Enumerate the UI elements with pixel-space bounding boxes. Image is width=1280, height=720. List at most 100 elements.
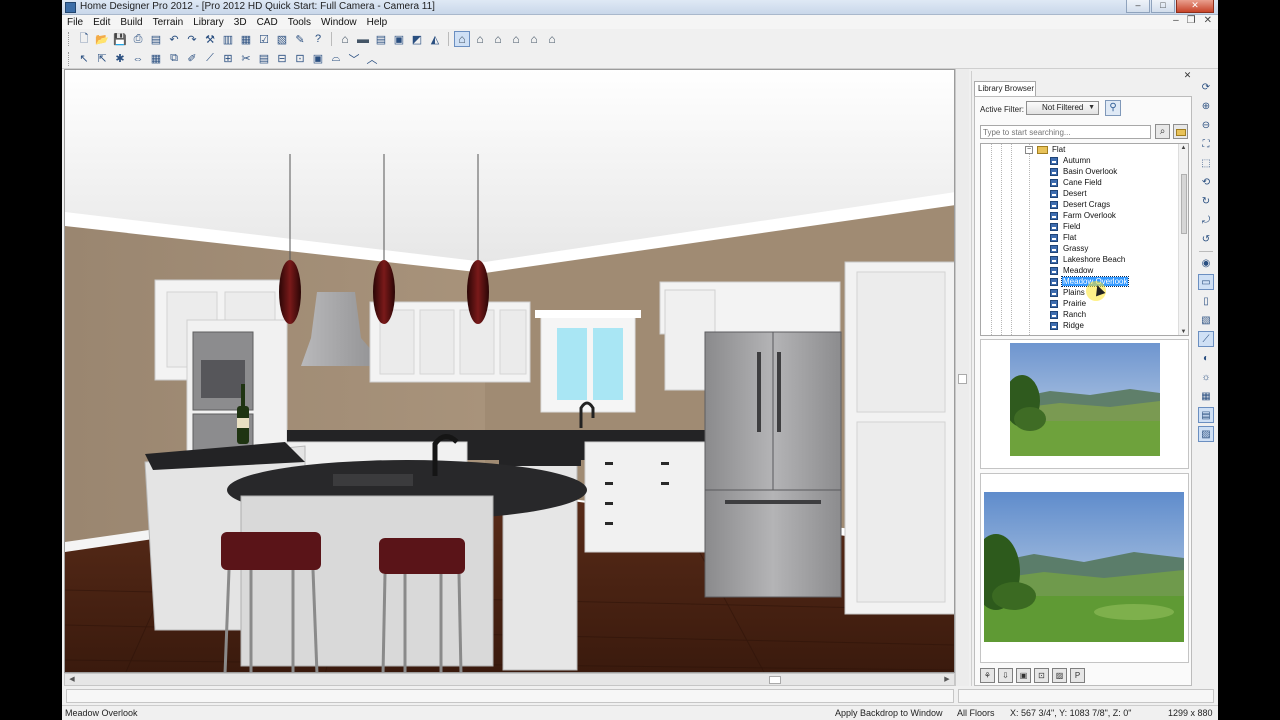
tree-item-farm-overlook[interactable]: Farm Overlook: [1050, 210, 1128, 221]
glass-icon[interactable]: ▯: [1198, 293, 1214, 309]
stairs-icon[interactable]: ▤: [256, 51, 272, 67]
library-object-icon[interactable]: ▣: [1016, 667, 1031, 683]
chevron-up-icon[interactable]: ︿: [364, 51, 380, 67]
shadow-icon[interactable]: ◐: [1198, 350, 1214, 366]
camera-view-icon[interactable]: ◩: [409, 31, 425, 47]
redo-icon[interactable]: ↷: [184, 31, 200, 47]
render-icon[interactable]: ◉: [1198, 255, 1214, 271]
library-tree[interactable]: − Flat Autumn Basin Overlook Cane Field …: [980, 143, 1189, 336]
walk-icon[interactable]: ✱: [112, 51, 128, 67]
library-import-icon[interactable]: ⇩: [998, 667, 1013, 683]
library-close-icon[interactable]: ✕: [1183, 71, 1192, 80]
floor-plan-view-icon[interactable]: ⌂: [337, 31, 353, 47]
tips-icon[interactable]: ✎: [292, 31, 308, 47]
undo-icon[interactable]: ↶: [166, 31, 182, 47]
scroll-left-arrow-icon[interactable]: ◀: [66, 674, 78, 685]
tree-item-ridge[interactable]: Ridge: [1050, 320, 1128, 331]
minimize-button[interactable]: –: [1126, 0, 1150, 13]
scroll-up-arrow-icon[interactable]: ▲: [1179, 144, 1188, 153]
fixture-icon[interactable]: ⌓: [328, 51, 344, 67]
copy-icon[interactable]: ⧉: [166, 51, 182, 67]
viewport-horizontal-scrollbar[interactable]: ◀ ▶: [64, 673, 955, 686]
menu-library[interactable]: Library: [188, 17, 229, 28]
tree-item-prairie[interactable]: Prairie: [1050, 298, 1128, 309]
tilt-icon[interactable]: ⤾: [1198, 212, 1214, 228]
collapse-icon[interactable]: −: [1025, 146, 1033, 154]
cross-section-icon[interactable]: ▤: [373, 31, 389, 47]
scroll-right-arrow-icon[interactable]: ▶: [941, 674, 953, 685]
pattern-icon[interactable]: ▨: [1198, 426, 1214, 442]
library-material-icon[interactable]: ▨: [1052, 667, 1067, 683]
grid-icon[interactable]: ▦: [1198, 388, 1214, 404]
filter-funnel-icon[interactable]: ⚲: [1105, 100, 1121, 116]
select-arrow-icon[interactable]: ↖: [76, 51, 92, 67]
library-icon[interactable]: ▥: [220, 31, 236, 47]
tree-folder-flat[interactable]: Flat: [1037, 144, 1066, 155]
zoom-out-icon[interactable]: ⊖: [1198, 117, 1214, 133]
library-browser-tab[interactable]: Library Browser: [974, 81, 1036, 96]
select-group-icon[interactable]: ⇱: [94, 51, 110, 67]
doll-house-icon[interactable]: ⌂: [526, 31, 542, 47]
materials-icon[interactable]: ▧: [274, 31, 290, 47]
doc-restore-button[interactable]: ❐: [1187, 15, 1196, 26]
zoom-box-icon[interactable]: ⬚: [1198, 155, 1214, 171]
dimension-icon[interactable]: ⇔: [130, 51, 146, 67]
camera-view-canvas[interactable]: [64, 69, 955, 673]
tree-item-meadow[interactable]: Meadow: [1050, 265, 1128, 276]
backdrop-icon[interactable]: ▭: [1198, 274, 1214, 290]
tree-item-cane-field[interactable]: Cane Field: [1050, 177, 1128, 188]
checklist-icon[interactable]: ☑: [256, 31, 272, 47]
exterior-camera-icon[interactable]: ⌂: [472, 31, 488, 47]
menu-window[interactable]: Window: [316, 17, 362, 28]
search-icon[interactable]: ⌕: [1155, 124, 1170, 139]
save-icon[interactable]: 💾: [112, 31, 128, 47]
toolbar-grip[interactable]: [68, 51, 71, 66]
menu-terrain[interactable]: Terrain: [148, 17, 189, 28]
doc-close-button[interactable]: ✕: [1204, 15, 1212, 26]
terrain-icon[interactable]: ▣: [310, 51, 326, 67]
tree-item-lakeshore-beach[interactable]: Lakeshore Beach: [1050, 254, 1128, 265]
maximize-button[interactable]: □: [1151, 0, 1175, 13]
cabinet-icon[interactable]: ▦: [148, 51, 164, 67]
tree-item-desert[interactable]: Desert: [1050, 188, 1128, 199]
menu-help[interactable]: Help: [362, 17, 393, 28]
tree-scroll-thumb[interactable]: [1181, 174, 1187, 234]
library-paste-icon[interactable]: P: [1070, 667, 1085, 683]
tree-item-autumn[interactable]: Autumn: [1050, 155, 1128, 166]
menu-edit[interactable]: Edit: [88, 17, 115, 28]
new-file-icon[interactable]: 🗋: [76, 31, 92, 47]
tree-item-field[interactable]: Field: [1050, 221, 1128, 232]
menu-build[interactable]: Build: [115, 17, 147, 28]
doc-minimize-button[interactable]: –: [1173, 15, 1179, 26]
railing-icon[interactable]: ⊟: [274, 51, 290, 67]
open-folder-icon[interactable]: 📂: [94, 31, 110, 47]
library-object-edit-icon[interactable]: ⊡: [1034, 667, 1049, 683]
perspective-camera-icon[interactable]: ⌂: [508, 31, 524, 47]
print-icon[interactable]: ⎙: [130, 31, 146, 47]
help-icon[interactable]: ?: [310, 31, 326, 47]
menu-file[interactable]: File: [62, 17, 88, 28]
edge-smoothing-icon[interactable]: ⟋: [1198, 331, 1214, 347]
plan-icon[interactable]: ▦: [238, 31, 254, 47]
match-material-icon[interactable]: ⊞: [220, 51, 236, 67]
zoom-in-icon[interactable]: ⊕: [1198, 98, 1214, 114]
menu-tools[interactable]: Tools: [283, 17, 316, 28]
panel-splitter[interactable]: [955, 69, 969, 686]
folder-icon[interactable]: [1173, 124, 1188, 139]
tree-item-basin-overlook[interactable]: Basin Overlook: [1050, 166, 1128, 177]
texture-icon[interactable]: ▤: [1198, 407, 1214, 423]
scroll-down-arrow-icon[interactable]: ▼: [1179, 328, 1188, 335]
toolbar-grip[interactable]: [68, 32, 71, 46]
splitter-handle[interactable]: [958, 374, 967, 384]
eyedropper-icon[interactable]: ⟋: [202, 51, 218, 67]
tree-item-grassy[interactable]: Grassy: [1050, 243, 1128, 254]
library-tree-icon[interactable]: ⚘: [980, 667, 995, 683]
tools-icon[interactable]: ⚒: [202, 31, 218, 47]
horizontal-scroll-thumb[interactable]: [769, 676, 781, 684]
paint-icon[interactable]: ✐: [184, 51, 200, 67]
undo-zoom-icon[interactable]: ⟲: [1198, 174, 1214, 190]
lighting-icon[interactable]: ☼: [1198, 369, 1214, 385]
full-camera-icon[interactable]: ⌂: [454, 31, 470, 47]
layout-view-icon[interactable]: ▣: [391, 31, 407, 47]
elevation-view-icon[interactable]: ▬: [355, 31, 371, 47]
